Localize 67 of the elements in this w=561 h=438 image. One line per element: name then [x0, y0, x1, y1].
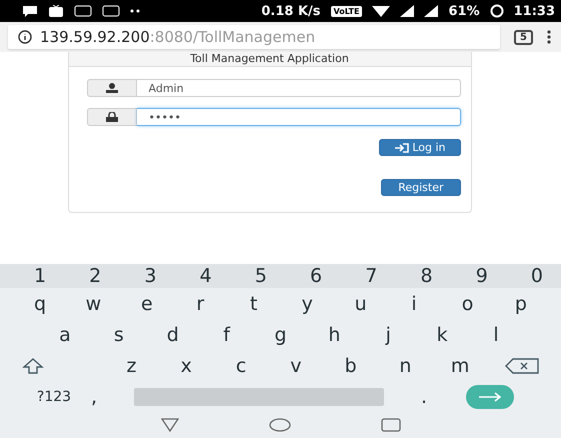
keyboard-key[interactable]: x	[176, 354, 196, 376]
keyboard-key[interactable]: m	[450, 354, 470, 376]
keyboard-key[interactable]: l	[486, 324, 506, 346]
back-icon[interactable]	[160, 418, 178, 432]
signal-icon	[400, 5, 414, 17]
keyboard-key[interactable]: 5	[250, 265, 271, 287]
info-icon	[18, 30, 32, 44]
keyboard-key[interactable]: v	[286, 354, 306, 376]
wifi-icon	[372, 5, 390, 17]
keyboard-key[interactable]: 6	[306, 265, 326, 287]
keyboard-key[interactable]: t	[244, 292, 264, 314]
keyboard-key[interactable]: p	[510, 292, 531, 314]
keyboard-key[interactable]: 9	[472, 265, 492, 287]
address-field[interactable]: 139.59.92.200:8080/TollManagemen	[8, 25, 500, 49]
keyboard-key[interactable]: d	[162, 324, 183, 346]
username-field[interactable]: Admin	[136, 79, 460, 97]
keyboard-key[interactable]: k	[432, 324, 452, 346]
keyboard-key[interactable]: f	[216, 324, 237, 346]
keyboard-key[interactable]: 0	[526, 265, 547, 287]
keyboard-key[interactable]: i	[404, 292, 424, 314]
keyboard-key[interactable]: 7	[361, 265, 382, 287]
recents-icon[interactable]	[380, 418, 400, 432]
keyboard-key[interactable]: h	[324, 324, 344, 346]
period-key[interactable]: .	[414, 386, 434, 408]
keyboard-key[interactable]: 8	[416, 265, 437, 287]
dots-icon	[130, 9, 140, 13]
tab-count[interactable]: 5	[514, 30, 533, 44]
lock-icon	[104, 112, 118, 122]
register-button[interactable]: Register	[381, 179, 460, 196]
keyboard-key[interactable]: 3	[140, 265, 160, 287]
keyboard-key[interactable]: e	[136, 292, 157, 314]
keyboard-key[interactable]: z	[122, 354, 142, 376]
keyboard-key[interactable]: b	[340, 354, 361, 376]
keyboard-key[interactable]: y	[297, 292, 318, 314]
keyboard-key[interactable]: n	[395, 354, 416, 376]
signal-icon	[424, 5, 438, 17]
message-icon	[22, 5, 38, 17]
keyboard-key[interactable]: o	[458, 292, 478, 314]
keyboard-key[interactable]: j	[378, 324, 398, 346]
keyboard-key[interactable]: r	[190, 292, 210, 314]
symbols-key[interactable]: ?123	[24, 388, 84, 404]
home-icon[interactable]	[268, 418, 290, 432]
comma-key[interactable]: ,	[84, 386, 104, 408]
network-speed: 0.18 K/s	[261, 4, 321, 18]
backspace-icon[interactable]	[504, 358, 539, 374]
keyboard-key[interactable]: 4	[196, 265, 216, 287]
keyboard-key[interactable]: a	[55, 324, 75, 346]
volte-badge: VoLTE	[330, 6, 362, 16]
keyboard-key[interactable]: w	[83, 292, 104, 314]
keyboard-key[interactable]: 2	[85, 265, 106, 287]
battery-level: 61%	[448, 4, 480, 18]
tv-icon	[48, 5, 64, 17]
keyboard-key[interactable]: c	[231, 354, 252, 376]
clock: 11:33	[514, 4, 555, 18]
keyboard-key[interactable]: g	[270, 324, 290, 346]
keyboard-key[interactable]: 1	[30, 265, 50, 287]
password-field[interactable]: •••••	[136, 108, 460, 126]
shift-icon[interactable]	[22, 358, 44, 374]
menu-icon[interactable]	[547, 30, 551, 44]
login-icon	[394, 142, 410, 152]
panel-title: Toll Management Application	[68, 52, 470, 67]
keyboard-key[interactable]: q	[30, 292, 50, 314]
login-button[interactable]: Log in	[379, 139, 460, 156]
keyboard-key[interactable]: s	[108, 324, 129, 346]
arrow-icon	[478, 392, 502, 402]
user-icon	[104, 83, 118, 93]
keyboard-key[interactable]: u	[350, 292, 371, 314]
